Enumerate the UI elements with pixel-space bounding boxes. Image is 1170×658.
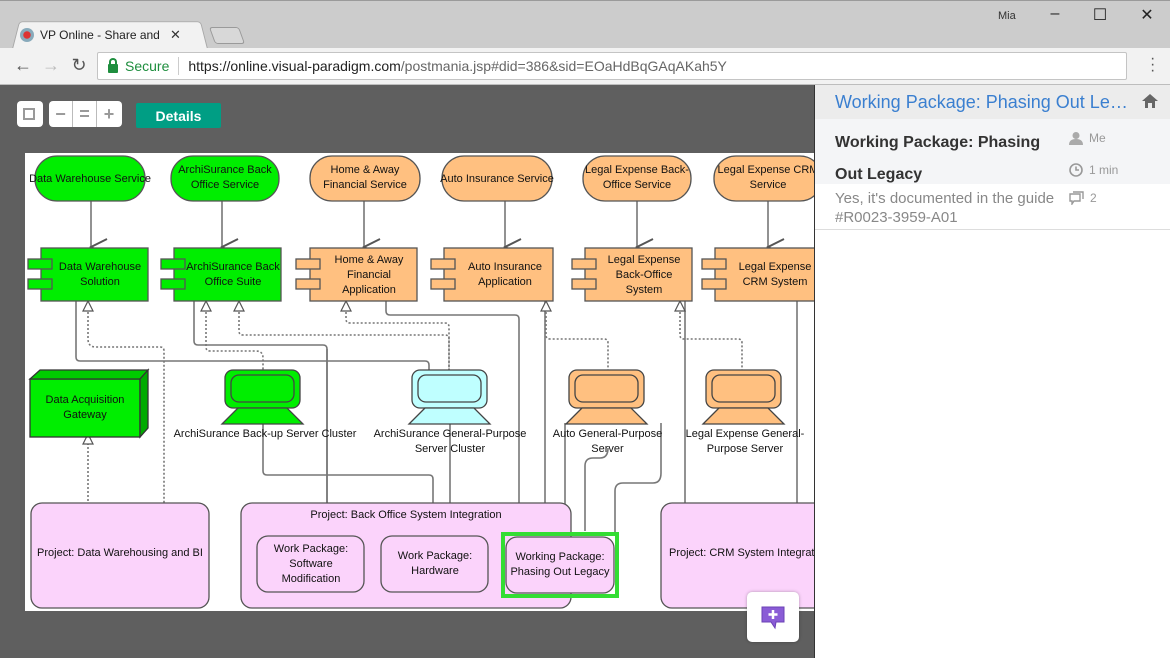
minimize-icon[interactable]: –: [1040, 5, 1070, 23]
device-auto-general-purpose-server[interactable]: Auto General-Purpose Server: [545, 425, 670, 459]
post-author-meta: Me: [1069, 131, 1106, 145]
service-legal-expense-back-office[interactable]: Legal Expense Back-Office Service: [583, 159, 691, 197]
reply-count-meta[interactable]: 2: [1069, 191, 1097, 205]
tab-close-icon[interactable]: ✕: [170, 27, 181, 43]
new-tab-button[interactable]: [208, 27, 246, 44]
url-path: /postmania.jsp#did=386&sid=EOaHdBqGAqAKa…: [400, 58, 727, 74]
post-title: Working Package: Phasing Out Legacy: [835, 134, 1041, 183]
archimate-diagram[interactable]: Data Warehouse Service ArchiSurance Back…: [25, 153, 814, 611]
work-package-software-modification[interactable]: Work Package: Software Modification: [261, 539, 361, 589]
fit-page-button[interactable]: [17, 101, 41, 127]
fit-control-group: [17, 101, 43, 127]
clock-icon: [1069, 163, 1083, 177]
reload-icon[interactable]: ↻: [68, 55, 90, 76]
zoom-in-button[interactable]: +: [97, 101, 121, 127]
post-item[interactable]: Working Package: Phasing Out Legacy Me 1…: [815, 119, 1170, 184]
work-package-phasing-out-legacy[interactable]: Working Package: Phasing Out Legacy: [509, 540, 611, 590]
home-icon[interactable]: [1142, 94, 1158, 108]
services: [34, 155, 814, 202]
add-comment-button[interactable]: [747, 592, 799, 642]
divider: [178, 57, 180, 75]
service-data-warehouse[interactable]: Data Warehouse Service: [29, 163, 151, 195]
zoom-out-button[interactable]: −: [49, 101, 73, 127]
maximize-icon[interactable]: ☐: [1085, 5, 1115, 25]
browser-titlebar: VP Online - Share and Dis ✕ Mia – ☐ ✕: [0, 0, 1170, 49]
device-archisurance-backup-cluster[interactable]: ArchiSurance Back-up Server Cluster: [165, 425, 365, 443]
add-comment-icon: [761, 606, 785, 630]
details-button[interactable]: Details: [136, 103, 221, 128]
project-data-warehousing[interactable]: Project: Data Warehousing and BI: [31, 543, 209, 563]
service-archisurance-back-office[interactable]: ArchiSurance Back Office Service: [171, 159, 279, 197]
vp-favicon-icon: [20, 28, 34, 42]
panel-header: Working Package: Phasing Out Legacy: [815, 85, 1170, 119]
square-icon: [23, 108, 35, 120]
component-auto-insurance-application[interactable]: Auto Insurance Application: [460, 251, 550, 299]
component-legal-expense-back-office-system[interactable]: Legal Expense Back-Office System: [600, 251, 688, 299]
back-arrow-icon[interactable]: ←: [12, 55, 34, 76]
profile-name[interactable]: Mia: [998, 10, 1016, 22]
component-legal-expense-crm-system[interactable]: Legal Expense CRM System: [730, 251, 814, 299]
comment-panel: Working Package: Phasing Out Legacy Work…: [814, 85, 1170, 658]
panel-title-link[interactable]: Working Package: Phasing Out Legacy: [835, 92, 1131, 113]
component-archisurance-back-office-suite[interactable]: ArchiSurance Back Office Suite: [185, 251, 281, 299]
browser-menu-icon[interactable]: · · ·: [1150, 51, 1156, 79]
device-legal-expense-server[interactable]: Legal Expense General-Purpose Server: [680, 425, 810, 459]
component-home-away-financial-application[interactable]: Home & Away Financial Application: [325, 251, 413, 299]
project-crm-integration[interactable]: Project: CRM System Integration: [665, 543, 814, 563]
reply-text: Yes, it's documented in the guide #R0023…: [835, 190, 1055, 226]
zoom-reset-button[interactable]: =: [73, 101, 97, 127]
forward-arrow-icon[interactable]: →: [40, 55, 62, 76]
browser-toolbar: ← → ↻ Secure https://online.visual-parad…: [0, 48, 1170, 85]
user-icon: [1069, 132, 1083, 145]
device-archisurance-general-purpose-cluster[interactable]: ArchiSurance General-Purpose Server Clus…: [370, 425, 530, 459]
service-legal-expense-crm[interactable]: Legal Expense CRM Service: [714, 159, 814, 197]
lock-icon: [108, 57, 118, 73]
project-back-office-integration[interactable]: Project: Back Office System Integration: [241, 507, 571, 523]
post-time-meta: 1 min: [1069, 163, 1118, 177]
url-host: https://online.visual-paradigm.com: [188, 58, 401, 74]
post-time: 1 min: [1089, 163, 1119, 177]
comments-icon: [1069, 191, 1084, 205]
browser-tab-content[interactable]: VP Online - Share and Dis ✕: [20, 21, 205, 49]
service-home-away-financial[interactable]: Home & Away Financial Service: [310, 159, 420, 197]
service-auto-insurance[interactable]: Auto Insurance Service: [440, 163, 554, 195]
secure-label: Secure: [125, 58, 170, 74]
address-bar[interactable]: Secure https://online.visual-paradigm.co…: [97, 52, 1127, 80]
reply-count: 2: [1090, 191, 1097, 205]
node-data-acquisition-gateway[interactable]: Data Acquisition Gateway: [35, 385, 135, 431]
server-devices: [220, 369, 786, 425]
work-package-hardware[interactable]: Work Package: Hardware: [389, 539, 481, 589]
zoom-control-group: − = +: [49, 101, 122, 127]
author-name: Me: [1089, 131, 1106, 145]
diagram-canvas-area: − = + Details Data Warehouse Service Arc…: [0, 85, 814, 658]
component-data-warehouse-solution[interactable]: Data Warehouse Solution: [55, 251, 145, 299]
tab-title: VP Online - Share and Dis: [40, 28, 160, 42]
reply-item[interactable]: Yes, it's documented in the guide #R0023…: [815, 184, 1170, 230]
components: [27, 247, 814, 302]
close-window-icon[interactable]: ✕: [1132, 5, 1162, 25]
